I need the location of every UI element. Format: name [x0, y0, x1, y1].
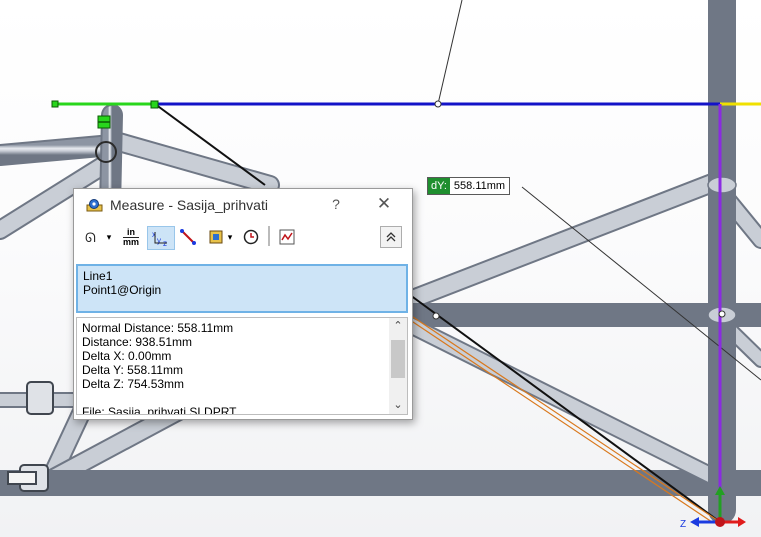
units-top-label: in — [127, 226, 135, 237]
measure-dialog: Measure - Sasija_prihvati ? ✕ ᘏ ▾ in mm … — [73, 188, 413, 420]
toolbar-divider — [268, 226, 270, 246]
selection-list[interactable]: Line1 Point1@Origin — [76, 264, 408, 313]
results-scrollbar[interactable]: ⌃ ⌄ — [389, 318, 407, 414]
measure-history-button[interactable] — [240, 226, 262, 248]
projection-icon — [209, 230, 223, 244]
arc-options-icon: ᘏ — [85, 230, 96, 245]
create-sensor-button[interactable] — [276, 226, 298, 248]
close-button[interactable]: ✕ — [372, 194, 396, 214]
result-line: Normal Distance: 558.11mm — [82, 321, 234, 335]
history-icon — [243, 229, 259, 245]
sensor-icon — [279, 229, 295, 245]
result-line: Distance: 938.51mm — [82, 335, 193, 349]
scroll-thumb[interactable] — [391, 340, 405, 378]
xyz-measure-button[interactable]: x y z — [147, 226, 175, 250]
result-line: File: Sasija_prihvati.SLDPRT — [82, 405, 237, 415]
svg-text:Z: Z — [680, 519, 686, 530]
chevron-down-icon: ▾ — [106, 231, 112, 242]
measure-tool-icon — [86, 199, 103, 212]
selection-item[interactable]: Line1 — [83, 269, 401, 283]
delta-y-callout: dY: 558.11mm — [427, 177, 511, 195]
svg-text:y: y — [157, 236, 161, 245]
scroll-up-icon[interactable]: ⌃ — [389, 318, 407, 335]
scroll-down-icon[interactable]: ⌄ — [389, 397, 407, 414]
measure-toolbar: ᘏ ▾ in mm x y z ▾ — [74, 223, 412, 253]
callout-value: 558.11mm — [453, 180, 506, 192]
dialog-title-bar[interactable]: Measure - Sasija_prihvati ? ✕ — [74, 189, 412, 221]
collapse-icon[interactable] — [380, 226, 402, 248]
point-to-point-icon — [180, 229, 196, 245]
selection-item[interactable]: Point1@Origin — [83, 283, 401, 297]
double-chevron-up-icon — [386, 232, 396, 242]
units-bottom-label: mm — [122, 236, 139, 247]
help-button[interactable]: ? — [326, 196, 346, 212]
result-line: Delta X: 0.00mm — [82, 349, 172, 363]
units-precision-button[interactable]: in mm — [119, 226, 143, 248]
result-line: Delta Y: 558.11mm — [82, 363, 183, 377]
svg-text:ᘏ: ᘏ — [85, 230, 96, 245]
results-panel[interactable]: Normal Distance: 558.11mm Distance: 938.… — [76, 317, 408, 415]
dialog-title: Measure - Sasija_prihvati — [110, 197, 268, 213]
xyz-icon: x y z — [152, 230, 167, 247]
arc-circle-options-button[interactable]: ᘏ ▾ — [81, 226, 115, 248]
result-line — [82, 391, 382, 405]
projection-button[interactable]: ▾ — [203, 226, 237, 248]
callout-tag: dY: — [428, 178, 450, 194]
result-line: Delta Z: 754.53mm — [82, 377, 185, 391]
point-to-point-button[interactable] — [177, 226, 199, 248]
chevron-down-icon: ▾ — [227, 231, 233, 242]
results-text: Normal Distance: 558.11mm Distance: 938.… — [82, 321, 382, 415]
